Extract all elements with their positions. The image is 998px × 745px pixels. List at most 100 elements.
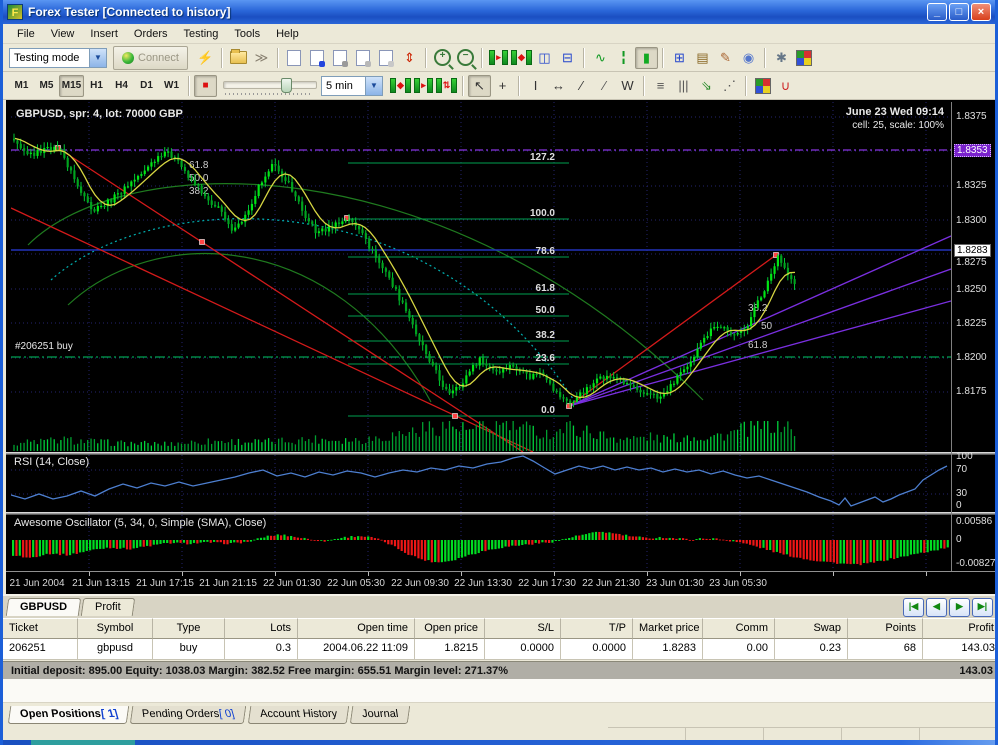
price-axis[interactable]: 1.83751.83531.83251.83001.82831.82751.82… (951, 102, 998, 572)
connect-button[interactable]: Connect (113, 46, 188, 70)
tab-open-positions[interactable]: Open Positions [ 1 ] (8, 706, 130, 724)
tick-step-icon[interactable]: ◆ (389, 75, 412, 97)
open-profile-icon[interactable] (306, 47, 329, 69)
close-button[interactable]: × (971, 3, 991, 21)
go-last-button[interactable]: ▶| (972, 598, 993, 617)
ray-tool-icon[interactable]: ∕ (593, 75, 616, 97)
title-bar[interactable]: F Forex Tester [Connected to history] _ … (3, 0, 995, 24)
minimize-button[interactable]: _ (927, 3, 947, 21)
trend-line-tool-icon[interactable]: ∕ (570, 75, 593, 97)
column-header-sl[interactable]: S/L (485, 618, 561, 639)
arrow-glyph: ◆ (518, 52, 525, 63)
tab-label: Journal (362, 708, 398, 720)
chart-tab-profit[interactable]: Profit (81, 598, 135, 616)
settings-gear-icon[interactable]: ✱ (770, 47, 793, 69)
stop-test-button[interactable]: ■ (194, 75, 217, 97)
column-header-profit[interactable]: Profit (923, 618, 998, 639)
zoom-in-icon[interactable]: + (431, 47, 454, 69)
speed-select[interactable]: 5 min ▼ (321, 76, 383, 96)
rsi-panel-canvas[interactable] (11, 455, 951, 512)
lightning-icon[interactable]: ⚡ (194, 47, 217, 69)
report-document-icon[interactable] (329, 47, 352, 69)
tick-data-icon[interactable]: ≫ (250, 47, 273, 69)
column-header-swap[interactable]: Swap (775, 618, 848, 639)
column-header-type[interactable]: Type (153, 618, 225, 639)
cell-value: 1.8215 (415, 639, 485, 660)
zoom-in-icon: + (434, 49, 451, 66)
candle-chart-mode-icon[interactable]: ▮ (635, 47, 658, 69)
step-forward-red-icon[interactable]: ◆ (510, 47, 533, 69)
history-disk-icon[interactable]: ◉ (737, 47, 760, 69)
tab-account-history[interactable]: Account History (247, 706, 349, 724)
tab-pending-orders[interactable]: Pending Orders [ 0 ] (130, 706, 247, 724)
cursor-tool-icon[interactable]: ↖ (468, 75, 491, 97)
chevron-down-icon[interactable]: ▼ (365, 77, 382, 95)
step-forward-bars-icon[interactable]: ▸ (487, 47, 510, 69)
chart-settings-icon[interactable] (793, 47, 816, 69)
timeframe-m1-button[interactable]: M1 (9, 75, 34, 97)
table-row[interactable]: 206251gbpusdbuy0.32004.06.22 11:091.8215… (3, 639, 998, 660)
indicators-dialog-icon[interactable] (751, 75, 774, 97)
timeframe-m5-button[interactable]: M5 (34, 75, 59, 97)
tile-vertical-icon[interactable]: ◫ (533, 47, 556, 69)
time-axis[interactable]: 21 Jun 200421 Jun 13:1521 Jun 17:1521 Ju… (6, 571, 998, 595)
menu-orders[interactable]: Orders (126, 26, 176, 42)
wave-tool-icon[interactable]: W (616, 75, 639, 97)
tab-journal[interactable]: Journal (349, 706, 410, 724)
slider-thumb[interactable] (281, 78, 292, 93)
jump-step-icon[interactable]: ⇅ (435, 75, 458, 97)
fibo-fan-tool-icon[interactable]: ⋰ (718, 75, 741, 97)
magnet-icon[interactable]: ∪ (774, 75, 797, 97)
column-header-lots[interactable]: Lots (225, 618, 298, 639)
menu-view[interactable]: View (43, 26, 83, 42)
timeframe-h1-button[interactable]: H1 (84, 75, 109, 97)
spread-icon[interactable]: ⇕ (398, 47, 421, 69)
column-header-tp[interactable]: T/P (561, 618, 633, 639)
timeframe-w1-button[interactable]: W1 (159, 75, 184, 97)
notes-document-icon[interactable] (352, 47, 375, 69)
go-next-button[interactable]: ▶ (949, 598, 970, 617)
column-header-ticket[interactable]: Ticket (3, 618, 78, 639)
timeframe-m15-button[interactable]: M15 (59, 75, 84, 97)
chart-region[interactable]: 61.850.038.2#206251 buy127.2100.078.661.… (6, 100, 998, 594)
crosshair-tool-icon[interactable]: + (491, 75, 514, 97)
bar-chart-mode-icon[interactable]: ╏ (612, 47, 635, 69)
timeframe-h4-button[interactable]: H4 (109, 75, 134, 97)
save-template-icon[interactable]: ▤ (691, 47, 714, 69)
line-chart-mode-icon[interactable]: ∿ (589, 47, 612, 69)
column-header-symbol[interactable]: Symbol (78, 618, 153, 639)
arrow-marker-tool-icon[interactable]: ⇘ (695, 75, 718, 97)
add-window-icon[interactable]: ⊞ (668, 47, 691, 69)
template-document-icon[interactable] (375, 47, 398, 69)
column-header-points[interactable]: Points (848, 618, 923, 639)
menu-file[interactable]: File (9, 26, 43, 42)
chart-tab-gbpusd[interactable]: GBPUSD (6, 598, 82, 616)
column-header-openprice[interactable]: Open price (415, 618, 485, 639)
slider-track[interactable] (223, 81, 317, 89)
menu-help[interactable]: Help (268, 26, 307, 42)
go-first-button[interactable]: |◀ (903, 598, 924, 617)
chevron-down-icon[interactable]: ▼ (89, 49, 106, 67)
menu-insert[interactable]: Insert (82, 26, 126, 42)
menu-tools[interactable]: Tools (226, 26, 268, 42)
horizontal-line-tool-icon[interactable]: ↔ (547, 75, 570, 97)
timeframe-d1-button[interactable]: D1 (134, 75, 159, 97)
vertical-line-tool-icon[interactable]: I (524, 75, 547, 97)
column-header-opentime[interactable]: Open time (298, 618, 415, 639)
menu-testing[interactable]: Testing (176, 26, 227, 42)
zoom-out-icon[interactable]: − (454, 47, 477, 69)
column-header-marketprice[interactable]: Market price (633, 618, 703, 639)
go-prev-button[interactable]: ◀ (926, 598, 947, 617)
fibo-timezones-tool-icon[interactable]: ||| (672, 75, 695, 97)
tile-horizontal-icon[interactable]: ⊟ (556, 47, 579, 69)
column-header-comm[interactable]: Comm (703, 618, 775, 639)
testing-mode-select[interactable]: Testing mode ▼ (9, 48, 107, 68)
maximize-button[interactable]: □ (949, 3, 969, 21)
brush-icon[interactable]: ✎ (714, 47, 737, 69)
open-folder-icon[interactable] (227, 47, 250, 69)
fibo-retracement-tool-icon[interactable]: ≡ (649, 75, 672, 97)
speed-slider[interactable] (223, 76, 315, 96)
new-document-icon[interactable] (283, 47, 306, 69)
main-chart-canvas[interactable]: 61.850.038.2#206251 buy127.2100.078.661.… (11, 102, 951, 452)
bar-step-icon[interactable]: ▸ (412, 75, 435, 97)
